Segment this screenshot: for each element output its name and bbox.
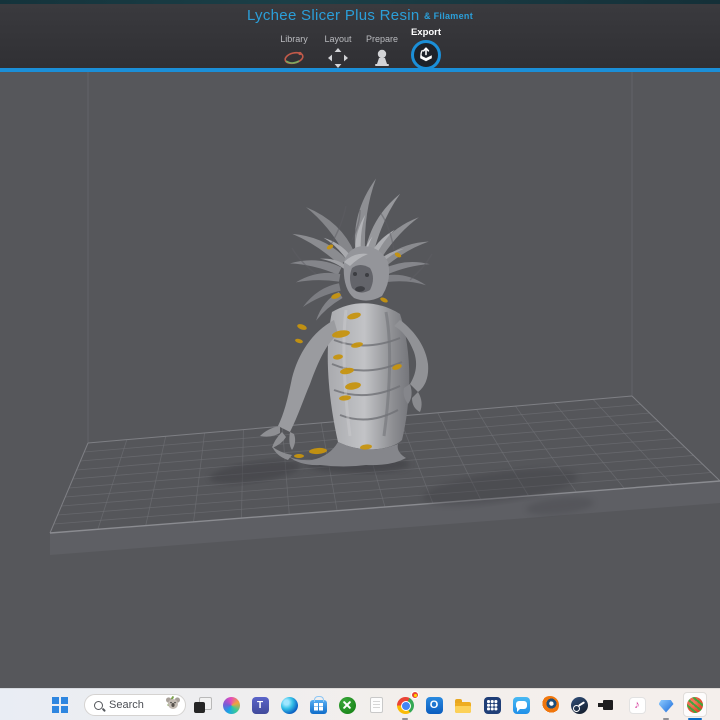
app-title-text: Lychee Slicer Plus Resin bbox=[246, 7, 420, 24]
chrome-badge-icon bbox=[411, 691, 419, 699]
active-app-tile bbox=[683, 692, 707, 717]
windows-logo-icon bbox=[52, 697, 59, 704]
gem-icon bbox=[658, 699, 674, 713]
tab-prepare-label: Prepare bbox=[365, 34, 399, 44]
tab-export-label: Export bbox=[410, 27, 442, 38]
tab-library[interactable]: Library bbox=[273, 26, 315, 70]
steam-button[interactable] bbox=[567, 693, 591, 717]
lychee-slicer-icon bbox=[687, 696, 703, 713]
app-grid-button[interactable] bbox=[480, 693, 504, 717]
search-daily-image-icon bbox=[165, 695, 181, 716]
search-icon bbox=[94, 700, 103, 710]
task-view-icon bbox=[193, 696, 212, 714]
steam-icon bbox=[570, 696, 588, 714]
copilot-icon bbox=[222, 696, 240, 714]
mode-tabs: Library Layout Prepare Export bbox=[273, 26, 447, 70]
microsoft-store-icon bbox=[309, 695, 327, 714]
app-title-suffix: & Filament bbox=[424, 11, 474, 21]
gem-app-button[interactable] bbox=[654, 693, 678, 720]
xbox-icon bbox=[338, 696, 356, 714]
notepad-icon bbox=[369, 697, 383, 713]
tab-prepare[interactable]: Prepare bbox=[361, 26, 403, 70]
capture-button[interactable] bbox=[596, 693, 620, 717]
prepare-supports-icon bbox=[372, 48, 392, 68]
app-header: Lychee Slicer Plus Resin & Filament Libr… bbox=[0, 4, 720, 72]
microsoft-store-button[interactable] bbox=[306, 693, 330, 717]
lychee-slicer-button[interactable] bbox=[683, 692, 707, 720]
app-grid-icon bbox=[483, 696, 501, 714]
edge-icon bbox=[280, 696, 298, 714]
messenger-icon bbox=[512, 696, 530, 714]
teams-button[interactable]: T bbox=[248, 693, 272, 717]
teams-icon: T bbox=[251, 696, 269, 714]
tab-export[interactable]: Export bbox=[405, 26, 447, 70]
chrome-button[interactable] bbox=[393, 691, 419, 720]
taskbar-search[interactable]: Search bbox=[84, 694, 186, 716]
start-button[interactable] bbox=[52, 697, 68, 713]
xbox-button[interactable] bbox=[335, 693, 359, 717]
outlook-button[interactable]: O bbox=[422, 693, 446, 717]
library-icon bbox=[283, 48, 305, 68]
itunes-icon: ♪ bbox=[628, 696, 646, 714]
scene-canvas bbox=[0, 72, 720, 688]
app-title: Lychee Slicer Plus Resin & Filament bbox=[0, 7, 720, 24]
tab-layout[interactable]: Layout bbox=[317, 26, 359, 70]
blender-button[interactable] bbox=[538, 693, 562, 717]
messenger-button[interactable] bbox=[509, 693, 533, 717]
copilot-button[interactable] bbox=[219, 693, 243, 717]
taskbar-icons: T O ♪ bbox=[190, 691, 707, 720]
layout-move-icon bbox=[328, 48, 348, 68]
windows-taskbar: Search T O ♪ bbox=[0, 688, 720, 720]
edge-button[interactable] bbox=[277, 693, 301, 717]
blender-icon bbox=[541, 696, 559, 714]
chrome-icon bbox=[396, 696, 414, 714]
export-icon bbox=[411, 40, 441, 70]
notepad-button[interactable] bbox=[364, 693, 388, 717]
search-label: Search bbox=[109, 699, 144, 711]
capture-flag-icon bbox=[598, 700, 613, 710]
outlook-icon: O bbox=[425, 696, 443, 714]
itunes-button[interactable]: ♪ bbox=[625, 693, 649, 717]
viewport-3d[interactable] bbox=[0, 72, 720, 688]
tab-layout-label: Layout bbox=[324, 34, 352, 44]
task-view-button[interactable] bbox=[190, 693, 214, 717]
file-explorer-button[interactable] bbox=[451, 693, 475, 717]
tab-library-label: Library bbox=[280, 34, 308, 44]
file-explorer-icon bbox=[455, 698, 471, 713]
